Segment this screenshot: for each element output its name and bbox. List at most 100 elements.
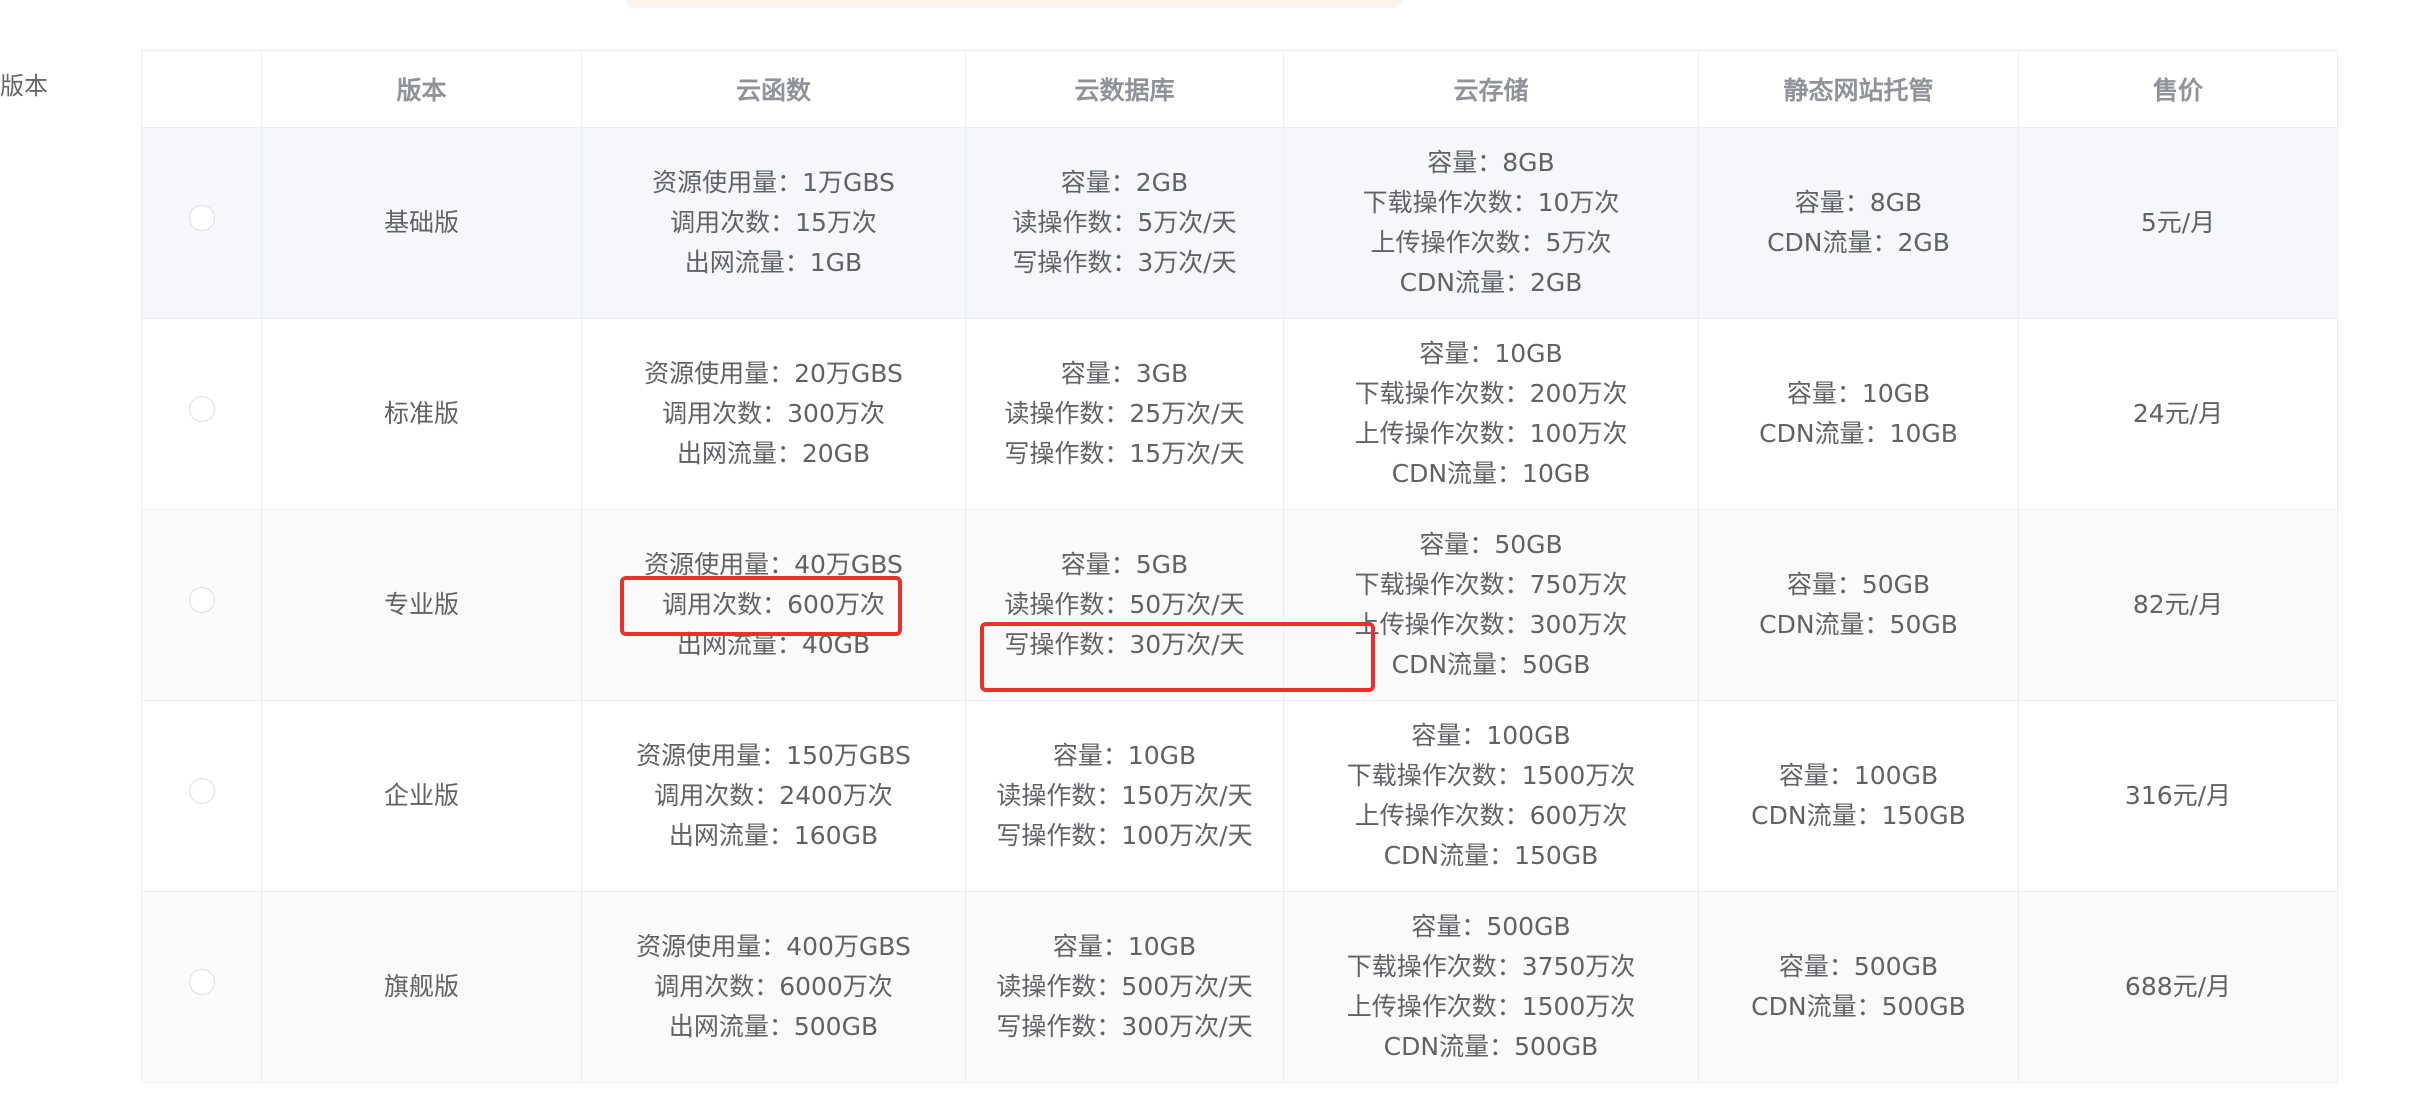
database-reads: 读操作数：25万次/天 [1004,399,1245,428]
functions-egress: 出网流量：40GB [676,630,871,659]
functions-resource: 资源使用量：400万GBS [636,932,911,961]
functions-egress: 出网流量：160GB [668,821,879,850]
price-cell: 82元/月 [2018,509,2338,701]
radio-button[interactable] [188,205,215,231]
edition-cell: 企业版 [261,700,582,892]
table-row[interactable]: 基础版 资源使用量：1万GBS 调用次数：15万次 出网流量：1GB 容量：2G… [141,127,2338,319]
storage-capacity: 容量：50GB [1419,530,1563,559]
price-cell: 316元/月 [2018,700,2338,892]
functions-calls: 调用次数：600万次 [662,590,885,619]
table-header-row: 版本 云函数 云数据库 云存储 静态网站托管 售价 [141,50,2338,128]
hosting-cdn: CDN流量：2GB [1767,228,1950,257]
price-cell: 688元/月 [2018,891,2338,1083]
header-cloud-storage: 云存储 [1283,50,1699,128]
database-capacity: 容量：3GB [1060,359,1189,388]
database-writes: 写操作数：30万次/天 [1004,630,1245,659]
storage-capacity: 容量：8GB [1427,148,1555,177]
header-cloud-database: 云数据库 [965,50,1284,128]
hosting-cell: 容量：50GB CDN流量：50GB [1698,509,2019,701]
radio-button[interactable] [188,396,215,422]
table-row[interactable]: 标准版 资源使用量：20万GBS 调用次数：300万次 出网流量：20GB 容量… [141,318,2338,510]
storage-uploads: 上传操作次数：1500万次 [1346,992,1636,1021]
table-row[interactable]: 企业版 资源使用量：150万GBS 调用次数：2400万次 出网流量：160GB… [141,700,2338,892]
storage-downloads: 下载操作次数：750万次 [1354,570,1628,599]
database-cell: 容量：5GB 读操作数：50万次/天 写操作数：30万次/天 [965,509,1284,701]
select-cell[interactable] [141,127,262,319]
functions-cell: 资源使用量：400万GBS 调用次数：6000万次 出网流量：500GB [581,891,966,1083]
database-reads: 读操作数：500万次/天 [996,972,1253,1001]
storage-cdn: CDN流量：2GB [1399,268,1583,297]
hosting-capacity: 容量：100GB [1778,761,1939,790]
hosting-cell: 容量：100GB CDN流量：150GB [1698,700,2019,892]
edition-cell: 旗舰版 [261,891,582,1083]
database-capacity: 容量：10GB [1052,741,1197,770]
database-cell: 容量：2GB 读操作数：5万次/天 写操作数：3万次/天 [965,127,1284,319]
pricing-table-wrapper: 版本 云函数 云数据库 云存储 静态网站托管 售价 基础版 资源使用量：1万GB… [141,50,2338,1083]
functions-cell: 资源使用量：1万GBS 调用次数：15万次 出网流量：1GB [581,127,966,319]
radio-button[interactable] [188,778,215,804]
hosting-capacity: 容量：8GB [1794,188,1923,217]
edition-cell: 基础版 [261,127,582,319]
hosting-cdn: CDN流量：150GB [1751,801,1966,830]
edition-cell: 专业版 [261,509,582,701]
database-writes: 写操作数：100万次/天 [996,821,1253,850]
database-cell: 容量：10GB 读操作数：500万次/天 写操作数：300万次/天 [965,891,1284,1083]
functions-calls: 调用次数：300万次 [662,399,885,428]
storage-uploads: 上传操作次数：100万次 [1354,419,1628,448]
database-capacity: 容量：5GB [1060,550,1189,579]
price-cell: 5元/月 [2018,127,2338,319]
functions-egress: 出网流量：20GB [676,439,871,468]
functions-resource: 资源使用量：1万GBS [652,168,895,197]
pricing-table: 版本 云函数 云数据库 云存储 静态网站托管 售价 基础版 资源使用量：1万GB… [141,50,2338,1083]
radio-button[interactable] [188,587,215,613]
storage-cdn: CDN流量：150GB [1383,841,1599,870]
hosting-cell: 容量：500GB CDN流量：500GB [1698,891,2019,1083]
hosting-cell: 容量：8GB CDN流量：2GB [1698,127,2019,319]
header-price: 售价 [2018,50,2338,128]
storage-downloads: 下载操作次数：10万次 [1362,188,1620,217]
header-select [141,50,262,128]
functions-calls: 调用次数：15万次 [670,208,877,237]
functions-resource: 资源使用量：150万GBS [636,741,911,770]
select-cell[interactable] [141,509,262,701]
select-cell[interactable] [141,318,262,510]
storage-cell: 容量：100GB 下载操作次数：1500万次 上传操作次数：600万次 CDN流… [1283,700,1699,892]
functions-resource: 资源使用量：40万GBS [644,550,903,579]
database-reads: 读操作数：5万次/天 [1012,208,1237,237]
top-banner [626,0,1402,8]
storage-uploads: 上传操作次数：300万次 [1354,610,1628,639]
price-cell: 24元/月 [2018,318,2338,510]
functions-cell: 资源使用量：150万GBS 调用次数：2400万次 出网流量：160GB [581,700,966,892]
storage-downloads: 下载操作次数：1500万次 [1346,761,1636,790]
database-writes: 写操作数：15万次/天 [1004,439,1245,468]
edition-cell: 标准版 [261,318,582,510]
table-row[interactable]: 旗舰版 资源使用量：400万GBS 调用次数：6000万次 出网流量：500GB… [141,891,2338,1083]
page: 版本 版本 云函数 云数据库 云存储 静态网站托管 售价 基础版 资源使用量：1… [0,0,2434,1109]
hosting-cdn: CDN流量：500GB [1751,992,1966,1021]
header-cloud-functions: 云函数 [581,50,966,128]
storage-cdn: CDN流量：500GB [1383,1032,1599,1061]
database-writes: 写操作数：3万次/天 [1012,248,1237,277]
storage-cell: 容量：500GB 下载操作次数：3750万次 上传操作次数：1500万次 CDN… [1283,891,1699,1083]
select-cell[interactable] [141,700,262,892]
storage-capacity: 容量：500GB [1411,912,1571,941]
table-row[interactable]: 专业版 资源使用量：40万GBS 调用次数：600万次 出网流量：40GB 容量… [141,509,2338,701]
storage-cdn: CDN流量：50GB [1391,650,1591,679]
functions-calls: 调用次数：2400万次 [654,781,893,810]
storage-capacity: 容量：100GB [1411,721,1571,750]
functions-calls: 调用次数：6000万次 [654,972,893,1001]
database-cell: 容量：10GB 读操作数：150万次/天 写操作数：100万次/天 [965,700,1284,892]
database-reads: 读操作数：50万次/天 [1004,590,1245,619]
storage-uploads: 上传操作次数：600万次 [1354,801,1628,830]
header-static-hosting: 静态网站托管 [1698,50,2019,128]
database-reads: 读操作数：150万次/天 [996,781,1253,810]
hosting-cell: 容量：10GB CDN流量：10GB [1698,318,2019,510]
form-label-edition: 版本 [0,72,48,100]
select-cell[interactable] [141,891,262,1083]
radio-button[interactable] [188,969,215,995]
storage-downloads: 下载操作次数：200万次 [1354,379,1628,408]
database-capacity: 容量：10GB [1052,932,1197,961]
hosting-cdn: CDN流量：50GB [1759,610,1958,639]
hosting-capacity: 容量：50GB [1786,570,1931,599]
storage-cell: 容量：8GB 下载操作次数：10万次 上传操作次数：5万次 CDN流量：2GB [1283,127,1699,319]
